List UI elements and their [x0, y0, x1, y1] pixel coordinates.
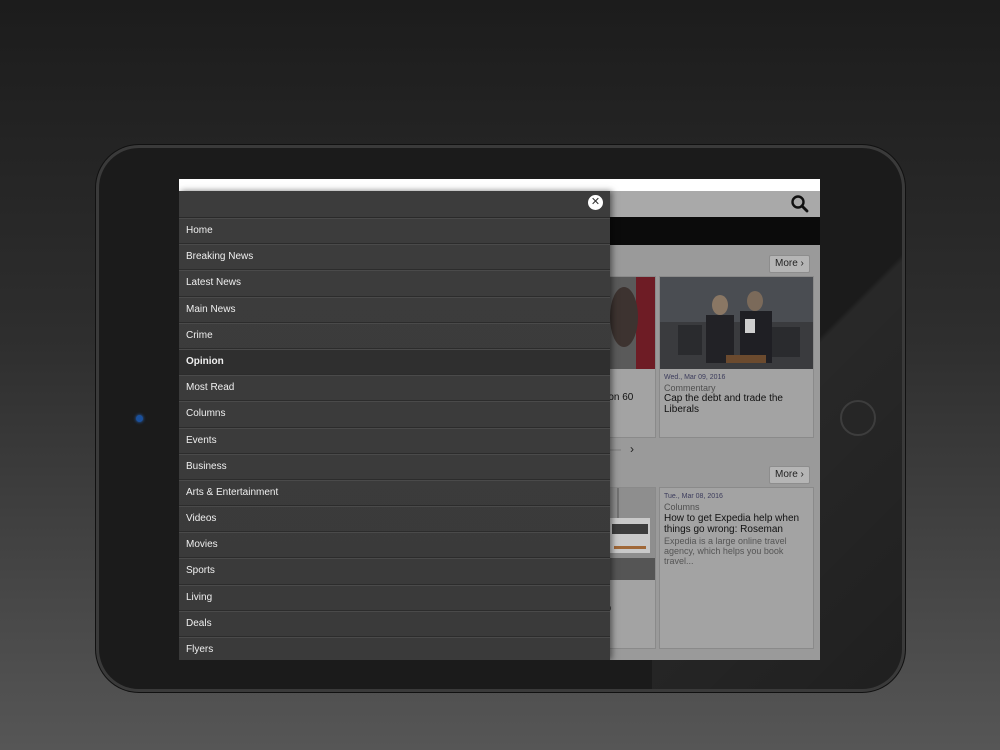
menu-item-home[interactable]: Home [179, 218, 610, 245]
menu-item-breaking-news[interactable]: Breaking News [179, 244, 610, 271]
article-card[interactable]: Tue., Mar 08, 2016 Columns How to get Ex… [659, 487, 814, 649]
menu-item-opinion[interactable]: Opinion [179, 348, 610, 376]
menu-item-sports[interactable]: Sports [179, 558, 610, 585]
menu-item-videos[interactable]: Videos [179, 506, 610, 533]
screen: More › p on 60 Wed., Mar 09, 2016 Commen… [179, 179, 820, 660]
article-date: Wed., Mar 09, 2016 [664, 374, 726, 381]
article-title[interactable]: Cap the debt and trade the Liberals [664, 393, 810, 415]
status-bar [179, 179, 820, 191]
close-icon[interactable]: ✕ [588, 195, 603, 210]
menu-item-events[interactable]: Events [179, 427, 610, 454]
menu-item-living[interactable]: Living [179, 584, 610, 611]
article-category: Columns [664, 502, 700, 512]
article-title[interactable]: How to get Expedia help when things go w… [664, 513, 810, 535]
menu-item-main-news[interactable]: Main News [179, 296, 610, 323]
pager-indicator [609, 449, 621, 451]
article-category: Commentary [664, 383, 716, 393]
drawer-header: ✕ [179, 191, 610, 218]
menu-item-columns[interactable]: Columns [179, 401, 610, 428]
article-excerpt: Expedia is a large online travel agency,… [664, 536, 787, 566]
article-photo [660, 277, 813, 369]
side-menu-drawer: ✕ Home Breaking News Latest News Main News C… [179, 191, 610, 660]
menu-item-crime[interactable]: Crime [179, 322, 610, 349]
menu-item-deals[interactable]: Deals [179, 610, 610, 637]
menu-item-business[interactable]: Business [179, 453, 610, 480]
more-button[interactable]: More › [769, 255, 810, 273]
menu-item-most-read[interactable]: Most Read [179, 375, 610, 402]
article-card[interactable]: Wed., Mar 09, 2016 Commentary Cap the de… [659, 276, 814, 438]
pager-next-icon[interactable]: › [630, 442, 634, 456]
menu-item-flyers[interactable]: Flyers [179, 637, 610, 660]
menu-item-arts-entertainment[interactable]: Arts & Entertainment [179, 479, 610, 507]
more-button[interactable]: More › [769, 466, 810, 484]
menu-list: Home Breaking News Latest News Main News Cri… [179, 218, 610, 660]
article-date: Tue., Mar 08, 2016 [664, 493, 723, 500]
search-icon[interactable] [790, 194, 810, 214]
camera-dot [136, 415, 143, 422]
menu-item-latest-news[interactable]: Latest News [179, 270, 610, 297]
home-button[interactable] [840, 400, 876, 436]
menu-item-movies[interactable]: Movies [179, 532, 610, 559]
